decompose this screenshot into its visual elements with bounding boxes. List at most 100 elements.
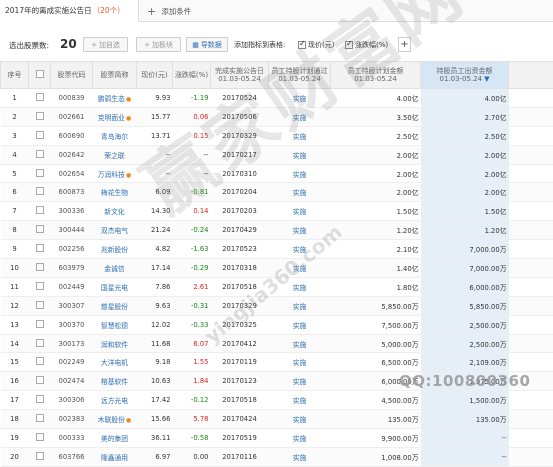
stock-name[interactable]: 美的集团 [93, 429, 137, 448]
stock-code[interactable]: 002661 [51, 107, 93, 126]
row-checkbox[interactable] [36, 169, 44, 177]
plan-status[interactable]: 实施 [269, 353, 331, 372]
row-checkbox[interactable] [36, 452, 44, 460]
row-checkbox[interactable] [36, 93, 44, 101]
table-row[interactable]: 13300370智慧松德12.02-0.3320170325实施7,500.00… [1, 315, 553, 334]
plan-status[interactable]: 实施 [269, 315, 331, 334]
export-data-button[interactable]: ▦ 导数据 [186, 37, 228, 52]
stock-code[interactable]: 600873 [51, 183, 93, 202]
table-row[interactable]: 9002256兆新股份4.82-1.6320170523实施2.10亿7,000… [1, 240, 553, 259]
plan-status[interactable]: 实施 [269, 126, 331, 145]
table-row[interactable]: 14300173润和软件11.686.0720170412实施5,000.00万… [1, 334, 553, 353]
stock-code[interactable]: 300444 [51, 221, 93, 240]
table-row[interactable]: 17300306远方光电17.42-0.1220170518实施4,500.00… [1, 391, 553, 410]
tab-condition-active[interactable]: 2017年的离成实施公告日 （20个） [0, 0, 139, 22]
plan-status[interactable]: 实施 [269, 89, 331, 108]
stock-name[interactable]: 榕基软件 [93, 372, 137, 391]
stock-code[interactable]: 002383 [51, 410, 93, 429]
stock-code[interactable]: 000839 [51, 89, 93, 108]
plan-status[interactable]: 实施 [269, 410, 331, 429]
row-checkbox[interactable] [36, 131, 44, 139]
table-row[interactable]: 18002383木联股份●15.665.7820170424实施135.00万1… [1, 410, 553, 429]
header-plan-status[interactable]: 员工持股计划通过01.03-05.24 [269, 62, 331, 89]
price-column-checkbox[interactable]: 现价(元) [298, 37, 334, 52]
stock-name[interactable]: 青岛海尔 [93, 126, 137, 145]
stock-code[interactable]: 002449 [51, 277, 93, 296]
stock-name[interactable]: 木联股份● [93, 410, 137, 429]
plan-status[interactable]: 实施 [269, 221, 331, 240]
header-index[interactable]: 序号 [1, 62, 29, 89]
plan-status[interactable]: 实施 [269, 202, 331, 221]
add-indicator-button[interactable]: + [398, 37, 411, 52]
header-code[interactable]: 股票代码 [51, 62, 93, 89]
stock-name[interactable]: 大洋电机 [93, 353, 137, 372]
header-extra[interactable] [509, 62, 553, 89]
plan-status[interactable]: 实施 [269, 277, 331, 296]
row-checkbox[interactable] [36, 414, 44, 422]
sort-desc-icon[interactable]: ▼ [484, 75, 489, 83]
table-row[interactable]: 11002449国星光电7.862.6120170518实施1.80亿6,000… [1, 277, 553, 296]
stock-name[interactable]: 国星光电 [93, 277, 137, 296]
stock-name[interactable]: 荣之联 [93, 145, 137, 164]
stock-name[interactable]: 梅花生物 [93, 183, 137, 202]
plan-status[interactable]: 实施 [269, 145, 331, 164]
stock-name[interactable]: 金诚信 [93, 259, 137, 278]
plan-status[interactable]: 实施 [269, 183, 331, 202]
stock-code[interactable]: 002654 [51, 164, 93, 183]
table-row[interactable]: 4002642荣之联----20170217实施2.00亿2.00亿 [1, 145, 553, 164]
header-employee-fund[interactable]: 持股员工出资金额01.03-05.24▼ [421, 62, 509, 89]
stock-code[interactable]: 603979 [51, 259, 93, 278]
plan-status[interactable]: 实施 [269, 259, 331, 278]
header-plan-amount[interactable]: 员工持股计划金额01.03-05.24 [331, 62, 421, 89]
row-checkbox[interactable] [36, 263, 44, 271]
row-checkbox[interactable] [36, 112, 44, 120]
table-row[interactable]: 8300444双杰电气21.24-0.2420170429实施1.20亿1.20… [1, 221, 553, 240]
plan-status[interactable]: 实施 [269, 107, 331, 126]
stock-name[interactable]: 智慧松德 [93, 315, 137, 334]
stock-name[interactable]: 润和软件 [93, 334, 137, 353]
row-checkbox[interactable] [36, 339, 44, 347]
stock-name[interactable]: 双杰电气 [93, 221, 137, 240]
header-price[interactable]: 现价(元) [137, 62, 173, 89]
plan-status[interactable]: 实施 [269, 240, 331, 259]
table-row[interactable]: 6600873梅花生物6.09-0.8120170204实施2.00亿2.00亿 [1, 183, 553, 202]
stock-name[interactable]: 兆新股份 [93, 240, 137, 259]
table-row[interactable]: 5002654万润科技●----20170310实施2.00亿2.00亿 [1, 164, 553, 183]
stock-code[interactable]: 002249 [51, 353, 93, 372]
row-checkbox[interactable] [36, 150, 44, 158]
row-checkbox[interactable] [36, 357, 44, 365]
stock-code[interactable]: 300336 [51, 202, 93, 221]
add-condition-tab[interactable]: + 添加条件 [147, 0, 191, 22]
stock-code[interactable]: 000333 [51, 429, 93, 448]
table-row[interactable]: 19000333美的集团36.11-0.5820170519实施9,900.00… [1, 429, 553, 448]
table-row[interactable]: 15002249大洋电机9.181.5520170119实施6,500.00万2… [1, 353, 553, 372]
row-checkbox[interactable] [36, 225, 44, 233]
row-checkbox[interactable] [36, 320, 44, 328]
table-row[interactable]: 10603979金诚信17.14-0.2920170318实施1.40亿7,00… [1, 259, 553, 278]
add-to-block-button[interactable]: + 加板块 [136, 37, 181, 52]
plan-status[interactable]: 实施 [269, 429, 331, 448]
stock-code[interactable]: 002256 [51, 240, 93, 259]
row-checkbox[interactable] [36, 395, 44, 403]
select-all-checkbox[interactable] [36, 70, 44, 78]
plan-status[interactable]: 实施 [269, 372, 331, 391]
row-checkbox[interactable] [36, 244, 44, 252]
row-checkbox[interactable] [36, 433, 44, 441]
stock-code[interactable]: 002642 [51, 145, 93, 164]
stock-code[interactable]: 300173 [51, 334, 93, 353]
row-checkbox[interactable] [36, 376, 44, 384]
table-row[interactable]: 2002661克明面业●15.770.0620170506实施3.50亿2.70… [1, 107, 553, 126]
stock-name[interactable]: 慈星股份 [93, 296, 137, 315]
table-row[interactable]: 3600690青岛海尔13.710.1520170329实施2.50亿2.50亿 [1, 126, 553, 145]
row-checkbox[interactable] [36, 206, 44, 214]
stock-code[interactable]: 300307 [51, 296, 93, 315]
plan-status[interactable]: 实施 [269, 334, 331, 353]
stock-name[interactable]: 隆鑫通用 [93, 447, 137, 466]
stock-code[interactable]: 300306 [51, 391, 93, 410]
stock-name[interactable]: 克明面业● [93, 107, 137, 126]
plan-status[interactable]: 实施 [269, 296, 331, 315]
header-complete-date[interactable]: 完成实施公告日01.03-05.24 [211, 62, 269, 89]
table-row[interactable]: 12300307慈星股份9.63-0.3120170329实施5,850.00万… [1, 296, 553, 315]
plan-status[interactable]: 实施 [269, 391, 331, 410]
stock-name[interactable]: 万润科技● [93, 164, 137, 183]
